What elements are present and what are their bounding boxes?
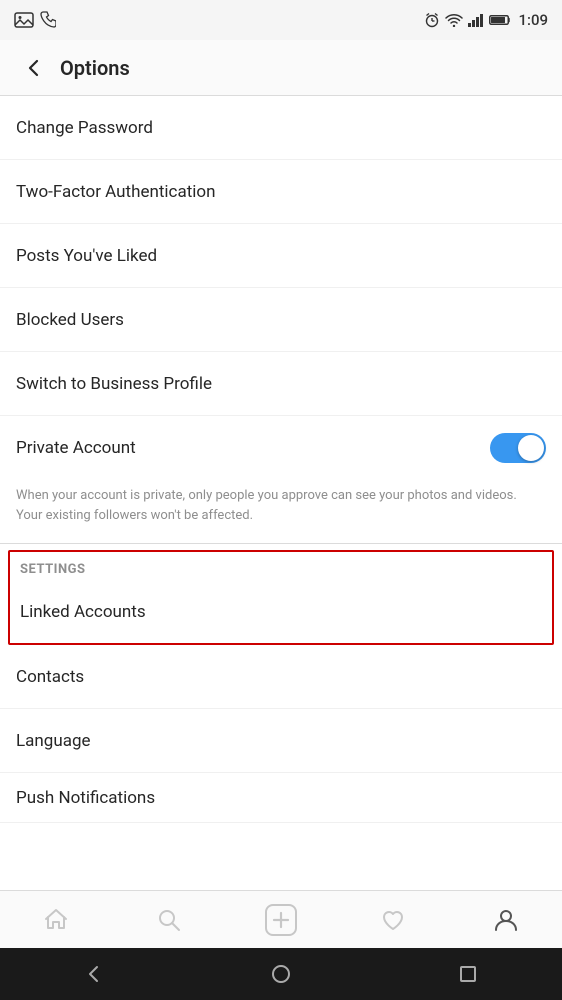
bottom-nav	[0, 890, 562, 948]
status-bar: 1:09	[0, 0, 562, 40]
status-bar-right: 1:09	[424, 11, 548, 29]
menu-item-switch-business[interactable]: Switch to Business Profile	[0, 352, 562, 416]
android-back-button[interactable]	[74, 954, 114, 994]
menu-item-language[interactable]: Language	[0, 709, 562, 773]
nav-profile-button[interactable]	[481, 895, 531, 945]
menu-item-label: Change Password	[16, 118, 153, 138]
private-account-toggle[interactable]	[490, 433, 546, 463]
menu-item-linked-accounts[interactable]: Linked Accounts	[10, 581, 552, 643]
menu-item-label: Two-Factor Authentication	[16, 182, 215, 202]
person-icon	[493, 907, 519, 933]
private-account-description: When your account is private, only peopl…	[0, 480, 562, 544]
menu-item-push-notifications[interactable]: Push Notifications	[0, 773, 562, 823]
time-display: 1:09	[518, 11, 548, 29]
settings-section-highlighted: SETTINGS Linked Accounts	[8, 550, 554, 645]
menu-item-label: Switch to Business Profile	[16, 374, 212, 394]
toggle-thumb	[518, 435, 544, 461]
menu-item-posts-liked[interactable]: Posts You've Liked	[0, 224, 562, 288]
menu-item-two-factor[interactable]: Two-Factor Authentication	[0, 160, 562, 224]
android-nav-bar	[0, 948, 562, 1000]
menu-item-label: Language	[16, 731, 91, 751]
phone-icon	[40, 11, 56, 29]
home-icon	[43, 907, 69, 933]
settings-section-header: SETTINGS	[10, 552, 552, 581]
status-bar-left	[14, 11, 56, 29]
private-account-row: Private Account	[0, 416, 562, 480]
menu-item-label: Posts You've Liked	[16, 246, 157, 266]
search-icon	[156, 907, 182, 933]
back-button[interactable]	[16, 50, 52, 86]
page-title: Options	[60, 56, 130, 80]
nav-add-button[interactable]	[256, 895, 306, 945]
plus-icon	[265, 904, 297, 936]
image-icon	[14, 12, 34, 28]
menu-item-label: Contacts	[16, 667, 84, 687]
wifi-icon	[445, 13, 463, 27]
alarm-icon	[424, 12, 440, 28]
battery-icon	[489, 14, 511, 26]
menu-item-label: Blocked Users	[16, 310, 124, 330]
menu-item-label: Push Notifications	[16, 788, 155, 808]
app-bar: Options	[0, 40, 562, 96]
private-account-label: Private Account	[16, 438, 136, 458]
android-home-button[interactable]	[261, 954, 301, 994]
menu-item-change-password[interactable]: Change Password	[0, 96, 562, 160]
menu-list: Change Password Two-Factor Authenticatio…	[0, 96, 562, 890]
nav-search-button[interactable]	[144, 895, 194, 945]
nav-activity-button[interactable]	[368, 895, 418, 945]
signal-icon	[468, 13, 484, 27]
menu-item-label: Linked Accounts	[20, 602, 146, 622]
android-recents-button[interactable]	[448, 954, 488, 994]
menu-item-blocked-users[interactable]: Blocked Users	[0, 288, 562, 352]
menu-item-contacts[interactable]: Contacts	[0, 645, 562, 709]
heart-icon	[380, 907, 406, 933]
nav-home-button[interactable]	[31, 895, 81, 945]
